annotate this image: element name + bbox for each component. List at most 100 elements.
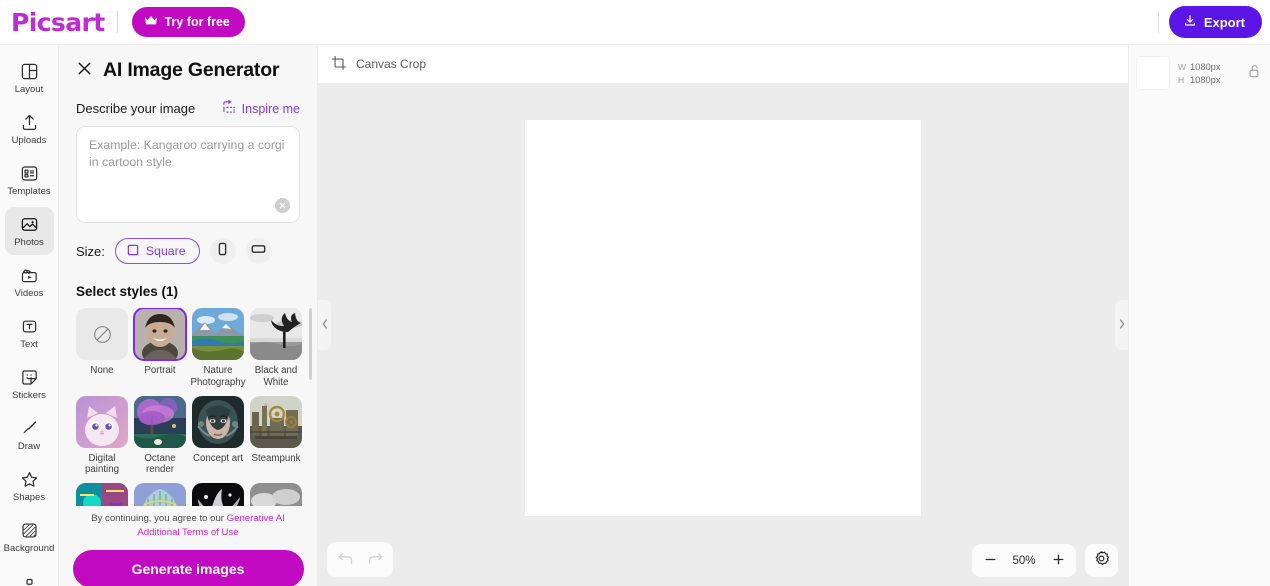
export-button[interactable]: Export <box>1168 6 1262 38</box>
sidebar-item-label: Templates <box>7 185 51 197</box>
clear-icon[interactable] <box>275 198 290 213</box>
sidebar-item-label: Photos <box>14 236 44 248</box>
picsart-logo[interactable]: Picsart <box>0 10 105 35</box>
templates-icon <box>20 164 39 183</box>
style-item-none[interactable]: None <box>76 308 128 396</box>
artboard[interactable] <box>525 120 921 516</box>
zoom-in-button[interactable] <box>1044 547 1072 575</box>
styles-grid: None Portrait Nature Photography Black a… <box>76 308 314 506</box>
try-for-free-button[interactable]: Try for free <box>131 7 245 37</box>
style-thumbnail <box>250 483 302 506</box>
style-thumbnail <box>76 395 128 448</box>
zoom-controls: 50% <box>972 544 1076 577</box>
upload-icon <box>20 113 39 132</box>
photos-icon <box>20 215 39 234</box>
style-item-octane-render[interactable]: Octane render <box>134 395 186 484</box>
style-label: None <box>90 365 114 376</box>
sidebar-item-label: Videos <box>14 287 44 299</box>
sidebar-item-photos[interactable]: Photos <box>4 207 54 255</box>
style-item-row3-1[interactable] <box>76 483 128 506</box>
style-item-steampunk[interactable]: Steampunk <box>250 395 302 484</box>
style-item-portrait[interactable]: Portrait <box>133 308 187 396</box>
stickers-icon <box>20 368 39 387</box>
sidebar-item-text[interactable]: Text <box>5 309 54 357</box>
undo-redo-group <box>327 542 393 577</box>
sidebar-item-label: Layout <box>14 83 44 95</box>
style-thumbnail <box>192 395 244 448</box>
close-icon[interactable] <box>76 60 93 82</box>
styles-grid-scroll[interactable]: None Portrait Nature Photography Black a… <box>59 308 317 506</box>
sidebar-item-shapes[interactable]: Shapes <box>5 462 54 510</box>
style-item-nature-photography[interactable]: Nature Photography <box>190 308 246 396</box>
sidebar-item-stickers[interactable]: Stickers <box>5 360 54 408</box>
inspire-me-button[interactable]: Inspire me <box>222 100 300 117</box>
chevron-right-icon <box>1119 319 1125 331</box>
style-item-row3-2[interactable] <box>134 483 186 506</box>
collapse-left-panel-button[interactable] <box>318 300 331 350</box>
style-item-row3-4[interactable] <box>250 483 302 506</box>
style-thumbnail <box>76 483 128 506</box>
inspire-icon <box>222 100 236 117</box>
canvas-area: Canvas Crop 50% <box>318 45 1128 586</box>
sidebar-item-layout[interactable]: Layout <box>5 54 54 102</box>
styles-scrollbar[interactable] <box>309 308 312 380</box>
zoom-level: 50% <box>1012 554 1036 567</box>
sidebar-item-uploads[interactable]: Uploads <box>5 105 54 153</box>
zoom-out-button[interactable] <box>976 547 1004 575</box>
terms-text: By continuing, you agree to our Generati… <box>59 506 317 540</box>
style-label: Concept art <box>192 452 244 464</box>
redo-icon <box>367 551 384 569</box>
style-item-digital-painting[interactable]: Digital painting <box>76 395 128 484</box>
size-option-landscape[interactable] <box>245 238 272 264</box>
try-for-free-label: Try for free <box>164 15 230 29</box>
style-item-row3-3[interactable] <box>192 483 244 506</box>
sidebar-item-background[interactable]: Background <box>3 513 55 561</box>
terms-prefix: By continuing, you agree to our <box>91 513 227 524</box>
prompt-input[interactable] <box>89 137 287 212</box>
download-icon <box>1183 14 1197 31</box>
lock-open-icon[interactable] <box>1248 64 1263 83</box>
height-value: 1080px <box>1190 74 1221 85</box>
sidebar-item-people[interactable] <box>5 564 54 586</box>
text-icon <box>20 317 39 336</box>
size-option-portrait[interactable] <box>209 238 236 264</box>
style-label: Nature Photography <box>190 365 246 388</box>
collapse-right-panel-button[interactable] <box>1115 300 1128 350</box>
sidebar-item-label: Background <box>3 542 55 554</box>
draw-icon <box>20 419 39 438</box>
crop-icon <box>331 55 347 74</box>
style-thumbnail <box>250 308 302 360</box>
generate-images-button[interactable]: Generate images <box>72 549 304 586</box>
no-style-icon <box>93 325 111 343</box>
divider-2 <box>1157 11 1159 33</box>
redo-button[interactable] <box>361 546 389 574</box>
height-field[interactable]: H 1080px <box>1178 75 1221 85</box>
canvas-settings-button[interactable] <box>1085 544 1118 577</box>
sidebar-item-draw[interactable]: Draw <box>5 411 54 459</box>
size-option-square[interactable]: Square <box>114 238 200 264</box>
canvas-preview-swatch[interactable] <box>1136 56 1170 90</box>
style-label: Digital painting <box>85 452 119 476</box>
style-item-concept-art[interactable]: Concept art <box>192 395 244 484</box>
dimension-fields: W 1080px H 1080px <box>1178 62 1221 85</box>
sidebar-item-videos[interactable]: Videos <box>5 258 54 306</box>
style-thumbnail <box>134 395 186 448</box>
portrait-icon <box>217 242 228 261</box>
undo-button[interactable] <box>331 546 359 574</box>
describe-row: Describe your image Inspire me <box>59 82 317 117</box>
sidebar-item-templates[interactable]: Templates <box>5 156 54 204</box>
sidebar-item-label: Uploads <box>11 134 47 146</box>
size-row: Size: Square <box>59 223 317 264</box>
page-title: AI Image Generator <box>103 59 280 81</box>
style-thumbnail <box>192 308 244 360</box>
undo-icon <box>337 551 354 569</box>
sidebar-item-label: Shapes <box>12 491 46 503</box>
plus-icon <box>1052 553 1065 569</box>
ai-image-generator-panel: AI Image Generator Describe your image I… <box>59 45 318 586</box>
sidebar-item-label: Draw <box>17 440 41 452</box>
canvas-crop-button[interactable]: Canvas Crop <box>331 55 426 74</box>
people-icon <box>20 577 39 586</box>
width-field[interactable]: W 1080px <box>1178 62 1221 72</box>
style-item-black-and-white[interactable]: Black and White <box>250 308 302 396</box>
sidebar-item-label: Text <box>20 338 38 350</box>
